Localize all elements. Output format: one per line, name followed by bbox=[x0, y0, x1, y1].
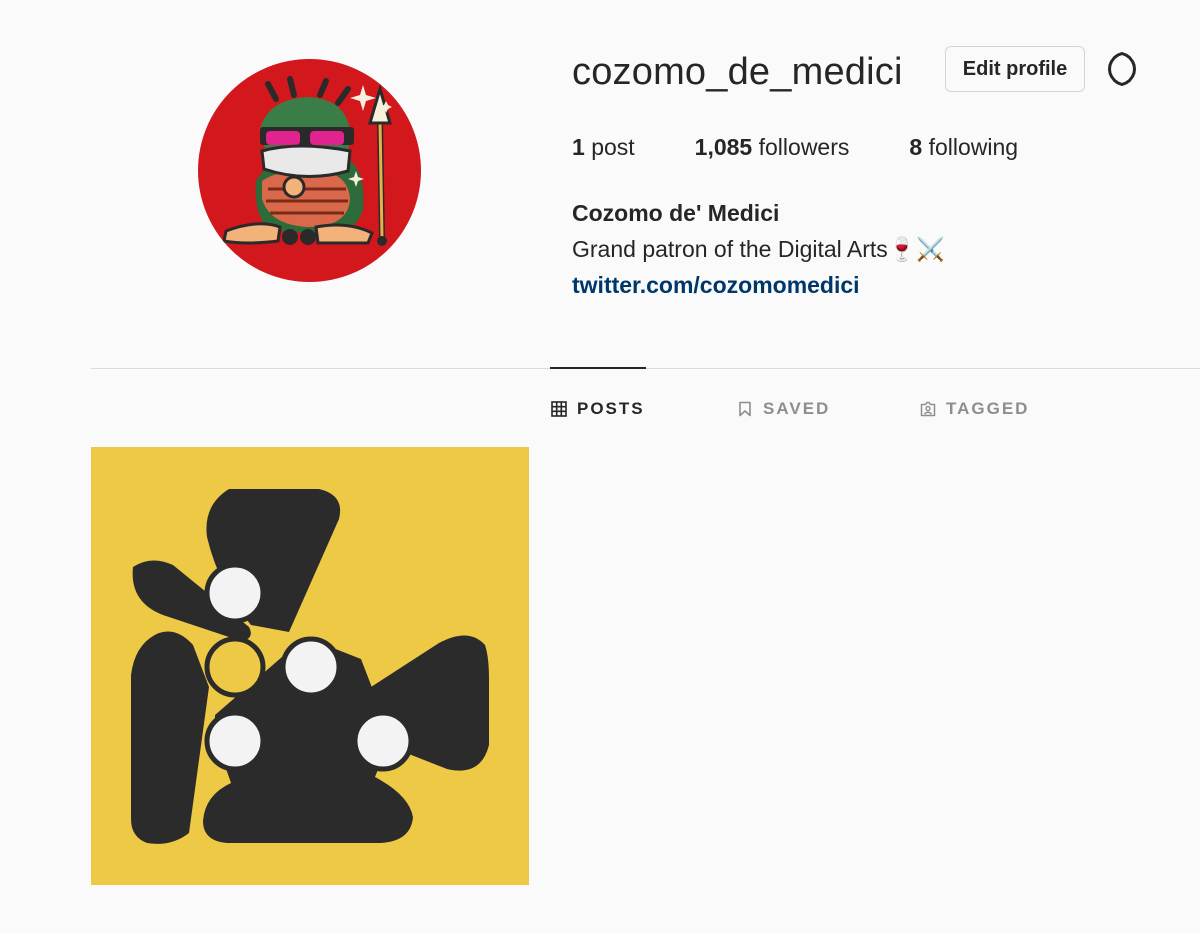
profile-full-name: Cozomo de' Medici bbox=[572, 200, 780, 226]
post-thumbnail[interactable] bbox=[91, 447, 529, 885]
following-count-value: 8 bbox=[909, 134, 923, 160]
posts-count-label: post bbox=[591, 134, 635, 160]
followers-link[interactable]: 1,085 followers bbox=[695, 131, 850, 163]
settings-icon[interactable] bbox=[1104, 51, 1140, 87]
grid-icon bbox=[551, 401, 567, 417]
tagged-icon bbox=[920, 401, 936, 417]
avatar-illustration bbox=[222, 76, 393, 246]
following-count-label: following bbox=[928, 134, 1019, 160]
followers-count-label: followers bbox=[758, 134, 850, 160]
profile-stats: 1 post 1,085 followers 8 following bbox=[572, 131, 1018, 163]
post-artwork bbox=[91, 447, 529, 885]
tab-tagged-label: TAGGED bbox=[946, 399, 1030, 418]
tab-tagged[interactable]: TAGGED bbox=[920, 396, 1029, 422]
tab-posts[interactable]: POSTS bbox=[551, 396, 645, 422]
followers-count-value: 1,085 bbox=[694, 134, 753, 160]
active-tab-indicator bbox=[550, 367, 646, 369]
tab-posts-label: POSTS bbox=[577, 399, 645, 418]
posts-count: 1 post bbox=[572, 131, 635, 163]
following-link[interactable]: 8 following bbox=[909, 131, 1018, 163]
tab-saved-label: SAVED bbox=[763, 399, 831, 418]
profile-avatar[interactable] bbox=[198, 59, 421, 282]
edit-profile-button[interactable]: Edit profile bbox=[945, 46, 1085, 92]
profile-external-link[interactable]: twitter.com/cozomomedici bbox=[572, 270, 860, 300]
posts-count-value: 1 bbox=[572, 134, 585, 160]
tab-saved[interactable]: SAVED bbox=[737, 396, 830, 422]
profile-page: cozomo_de_medici Edit profile 1 post 1,0… bbox=[0, 0, 1200, 933]
profile-username: cozomo_de_medici bbox=[572, 51, 903, 93]
bookmark-icon bbox=[739, 401, 751, 417]
profile-bio: Grand patron of the Digital Arts🍷⚔️ bbox=[572, 236, 946, 262]
